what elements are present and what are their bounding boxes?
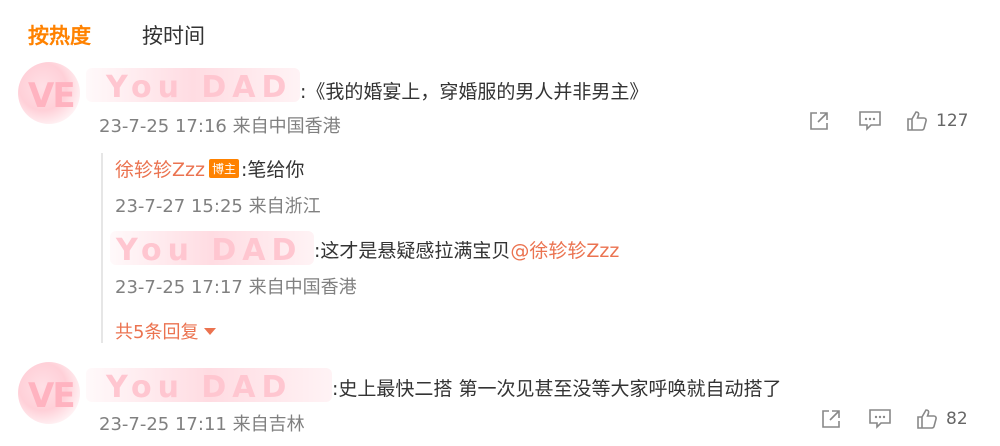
comment-text: :《我的婚宴上，穿婚服的男人并非男主》 bbox=[300, 81, 649, 103]
like-icon[interactable] bbox=[906, 110, 928, 132]
avatar-text: VE bbox=[28, 76, 76, 116]
comment-meta: 23-7-25 17:11 来自吉林 bbox=[99, 414, 305, 435]
comment-text: :史上最快二搭 第一次见甚至没等大家呼唤就自动搭了 bbox=[332, 378, 782, 400]
like-icon[interactable] bbox=[916, 408, 938, 430]
reply-line: 徐轸轸Zzz 博主:笔给你 bbox=[115, 155, 304, 182]
mention-link[interactable]: @徐轸轸Zzz bbox=[510, 240, 619, 262]
like-count: 127 bbox=[936, 111, 969, 131]
username-text: You DAD bbox=[106, 370, 293, 402]
username-blurred[interactable]: You DAD bbox=[86, 68, 300, 102]
share-icon[interactable] bbox=[820, 408, 842, 430]
blogger-badge: 博主 bbox=[208, 159, 239, 178]
tab-by-hotness[interactable]: 按热度 bbox=[28, 20, 91, 50]
comment-meta: 23-7-25 17:16 来自中国香港 bbox=[99, 116, 341, 137]
comment-actions: 127 bbox=[808, 110, 968, 132]
avatar-text: VE bbox=[28, 376, 76, 416]
reply-text: :这才是悬疑感拉满宝贝 bbox=[314, 240, 511, 262]
reply-thread-border bbox=[101, 153, 103, 343]
reply-meta: 23-7-27 15:25 来自浙江 bbox=[115, 196, 321, 217]
comment-icon[interactable] bbox=[858, 110, 881, 132]
like-count: 82 bbox=[946, 409, 968, 429]
avatar[interactable]: VE bbox=[18, 362, 80, 424]
username-blurred[interactable]: You DAD bbox=[110, 231, 314, 265]
reply-meta: 23-7-25 17:17 来自中国香港 bbox=[115, 277, 357, 298]
reply-text: :笔给你 bbox=[240, 159, 305, 181]
more-replies-link[interactable]: 共5条回复 bbox=[115, 318, 217, 344]
username-text: You DAD bbox=[106, 70, 293, 102]
reply-line: :这才是悬疑感拉满宝贝@徐轸轸Zzz bbox=[314, 236, 619, 263]
username-text: You DAD bbox=[116, 233, 303, 265]
username-blurred[interactable]: You DAD bbox=[86, 368, 332, 402]
comment-icon[interactable] bbox=[868, 408, 891, 430]
comment-actions: 82 bbox=[820, 408, 968, 430]
caret-down-icon bbox=[204, 320, 217, 341]
more-replies-label: 共5条回复 bbox=[115, 322, 199, 343]
share-icon[interactable] bbox=[808, 110, 830, 132]
tab-by-time[interactable]: 按时间 bbox=[142, 20, 205, 50]
reply-author[interactable]: 徐轸轸Zzz bbox=[115, 159, 205, 181]
avatar[interactable]: VE bbox=[18, 62, 80, 124]
